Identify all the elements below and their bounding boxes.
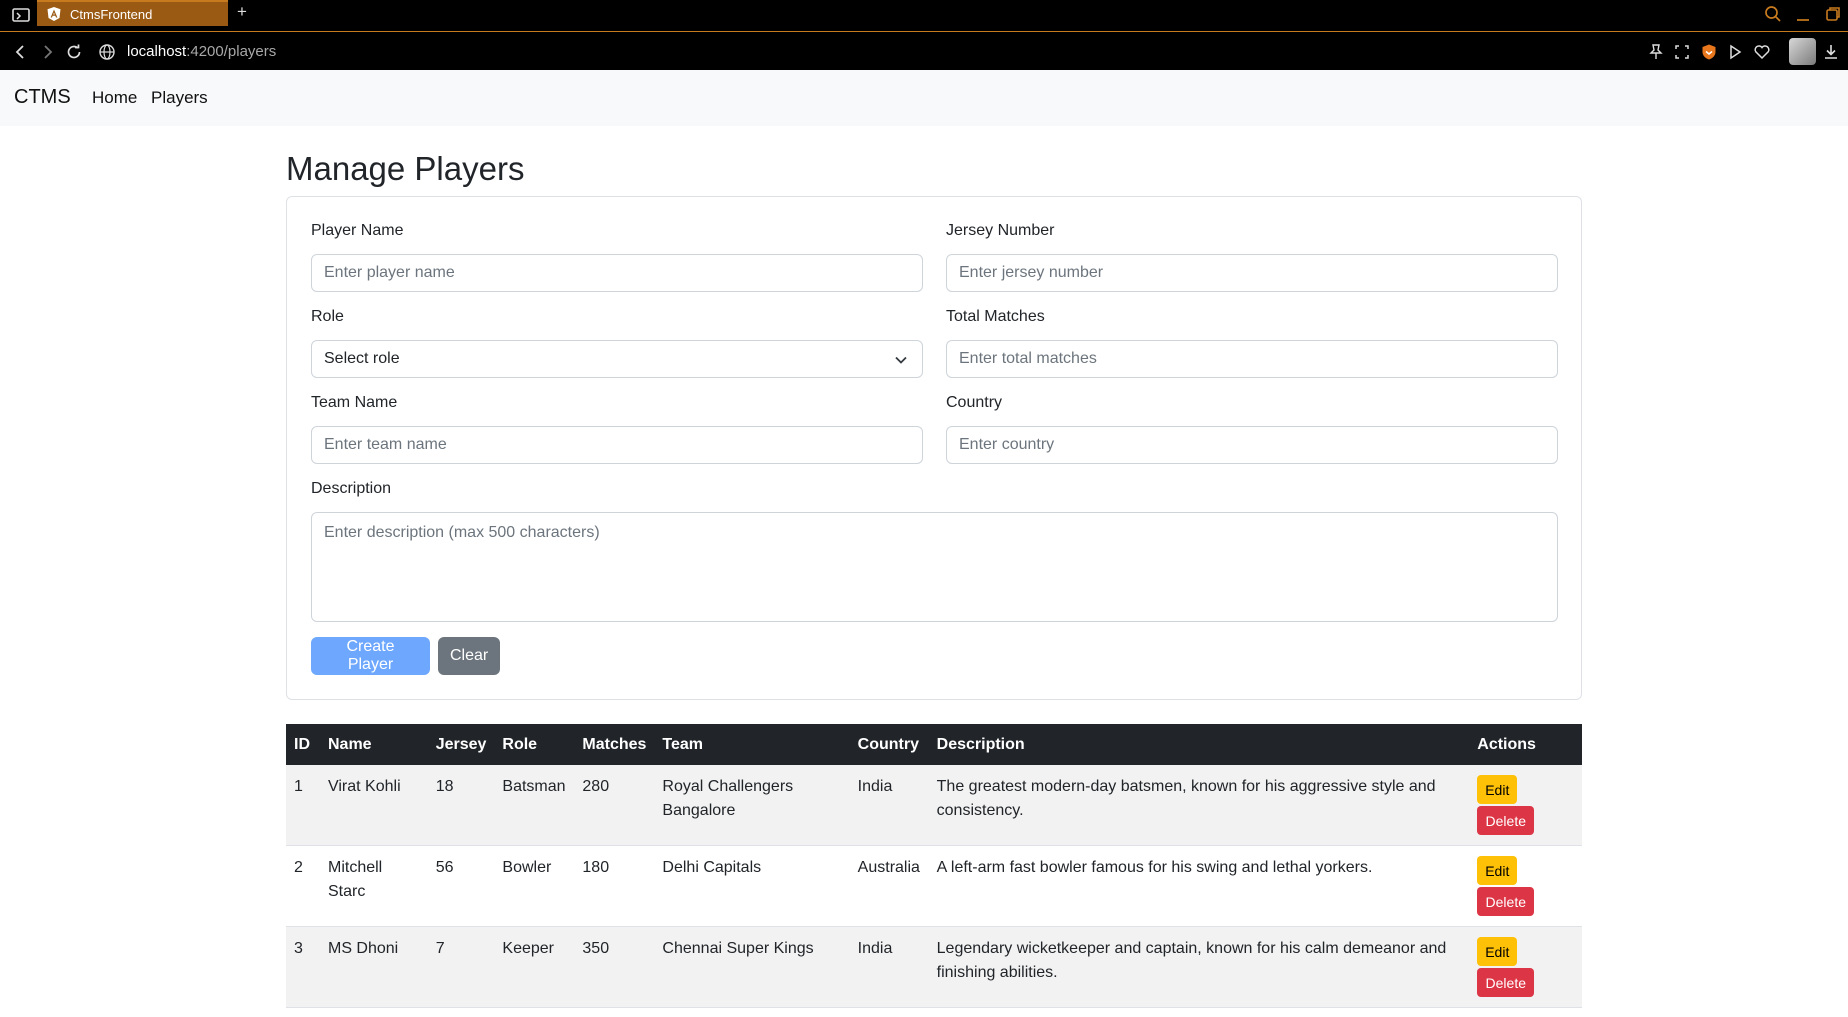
total-matches-label: Total Matches bbox=[946, 308, 1045, 325]
cell-name: MS Dhoni bbox=[319, 926, 428, 1008]
url-path: :4200/players bbox=[186, 43, 277, 60]
create-player-button[interactable]: Create Player bbox=[311, 637, 430, 675]
edit-button[interactable]: Edit bbox=[1477, 775, 1518, 804]
cell-country: Australia bbox=[849, 845, 929, 927]
url-host: localhost bbox=[127, 43, 187, 60]
nav-link-players[interactable]: Players bbox=[151, 88, 208, 108]
cell-description: The greatest modern-day batsmen, known f… bbox=[928, 765, 1470, 846]
screenshot-icon[interactable] bbox=[1673, 43, 1691, 61]
browser-tab-active[interactable]: CtmsFrontend bbox=[37, 0, 228, 26]
pin-icon[interactable] bbox=[1647, 43, 1665, 61]
cell-id: 1 bbox=[286, 765, 320, 846]
page-title: Manage Players bbox=[286, 150, 525, 187]
cell-role: Keeper bbox=[494, 926, 575, 1008]
cell-jersey: 56 bbox=[427, 845, 495, 927]
window-menu-icon[interactable] bbox=[10, 4, 32, 26]
cell-actions: Edit Delete bbox=[1469, 926, 1582, 1008]
player-form-card: Player Name Jersey Number Role Select ro… bbox=[286, 196, 1582, 700]
cell-country: India bbox=[849, 765, 929, 846]
search-icon[interactable] bbox=[1763, 4, 1783, 24]
play-icon[interactable] bbox=[1726, 43, 1744, 61]
table-row: 3 MS Dhoni 7 Keeper 350 Chennai Super Ki… bbox=[286, 926, 1582, 1008]
cell-matches: 280 bbox=[574, 765, 655, 846]
country-label: Country bbox=[946, 394, 1003, 411]
clear-button[interactable]: Clear bbox=[438, 637, 500, 675]
download-icon[interactable] bbox=[1822, 43, 1840, 61]
minimize-icon[interactable] bbox=[1793, 4, 1813, 24]
col-header-id: ID bbox=[286, 724, 320, 765]
description-label: Description bbox=[311, 480, 392, 497]
shield-icon[interactable] bbox=[1700, 43, 1718, 61]
cell-description: Legendary wicketkeeper and captain, know… bbox=[928, 926, 1470, 1008]
back-icon[interactable] bbox=[12, 43, 30, 61]
role-select[interactable]: Select role bbox=[311, 340, 923, 378]
delete-button[interactable]: Delete bbox=[1477, 806, 1535, 835]
col-header-matches: Matches bbox=[574, 724, 655, 765]
col-header-jersey: Jersey bbox=[427, 724, 495, 765]
browser-titlebar: CtmsFrontend + bbox=[0, 0, 1848, 31]
players-table: ID Name Jersey Role Matches Team Country… bbox=[286, 724, 1582, 1008]
role-label: Role bbox=[311, 308, 344, 325]
team-name-label: Team Name bbox=[311, 394, 398, 411]
cell-team: Chennai Super Kings bbox=[654, 926, 850, 1008]
cell-team: Delhi Capitals bbox=[654, 845, 850, 927]
country-input[interactable] bbox=[946, 426, 1558, 464]
col-header-name: Name bbox=[319, 724, 428, 765]
restore-icon[interactable] bbox=[1823, 4, 1843, 24]
team-name-input[interactable] bbox=[311, 426, 923, 464]
table-header-row: ID Name Jersey Role Matches Team Country… bbox=[286, 724, 1582, 765]
cell-role: Batsman bbox=[494, 765, 575, 846]
address-field[interactable]: localhost:4200/players bbox=[127, 43, 276, 60]
cell-role: Bowler bbox=[494, 845, 575, 927]
col-header-actions: Actions bbox=[1469, 724, 1582, 765]
heart-icon[interactable] bbox=[1753, 43, 1771, 61]
cell-jersey: 18 bbox=[427, 765, 495, 846]
delete-button[interactable]: Delete bbox=[1477, 887, 1535, 916]
angular-logo-icon bbox=[47, 7, 61, 21]
brand-logo[interactable]: CTMS bbox=[14, 86, 71, 109]
nav-link-home[interactable]: Home bbox=[92, 88, 137, 108]
tab-title: CtmsFrontend bbox=[70, 6, 153, 22]
col-header-description: Description bbox=[928, 724, 1470, 765]
edit-button[interactable]: Edit bbox=[1477, 856, 1518, 885]
table-row: 1 Virat Kohli 18 Batsman 280 Royal Chall… bbox=[286, 765, 1582, 846]
cell-team: Royal Challengers Bangalore bbox=[654, 765, 850, 846]
total-matches-input[interactable] bbox=[946, 340, 1558, 378]
cell-name: Mitchell Starc bbox=[319, 845, 428, 927]
jersey-number-input[interactable] bbox=[946, 254, 1558, 292]
jersey-number-label: Jersey Number bbox=[946, 222, 1055, 239]
role-select-value: Select role bbox=[324, 350, 400, 367]
col-header-team: Team bbox=[654, 724, 850, 765]
browser-addressbar: localhost:4200/players bbox=[0, 31, 1848, 70]
player-name-input[interactable] bbox=[311, 254, 923, 292]
profile-avatar[interactable] bbox=[1789, 38, 1816, 65]
description-textarea[interactable] bbox=[311, 512, 1558, 622]
cell-actions: Edit Delete bbox=[1469, 845, 1582, 927]
cell-matches: 350 bbox=[574, 926, 655, 1008]
player-name-label: Player Name bbox=[311, 222, 404, 239]
cell-name: Virat Kohli bbox=[319, 765, 428, 846]
col-header-role: Role bbox=[494, 724, 575, 765]
cell-id: 3 bbox=[286, 926, 320, 1008]
cell-actions: Edit Delete bbox=[1469, 765, 1582, 846]
globe-icon bbox=[99, 44, 115, 60]
forward-icon[interactable] bbox=[38, 43, 56, 61]
cell-country: India bbox=[849, 926, 929, 1008]
chevron-down-icon bbox=[895, 356, 907, 364]
app-navbar bbox=[0, 70, 1848, 126]
cell-jersey: 7 bbox=[427, 926, 495, 1008]
col-header-country: Country bbox=[849, 724, 929, 765]
delete-button[interactable]: Delete bbox=[1477, 968, 1535, 997]
cell-description: A left-arm fast bowler famous for his sw… bbox=[928, 845, 1470, 927]
cell-id: 2 bbox=[286, 845, 320, 927]
new-tab-button[interactable]: + bbox=[233, 3, 251, 22]
cell-matches: 180 bbox=[574, 845, 655, 927]
reload-icon[interactable] bbox=[65, 43, 83, 61]
table-row: 2 Mitchell Starc 56 Bowler 180 Delhi Cap… bbox=[286, 845, 1582, 927]
edit-button[interactable]: Edit bbox=[1477, 937, 1518, 966]
